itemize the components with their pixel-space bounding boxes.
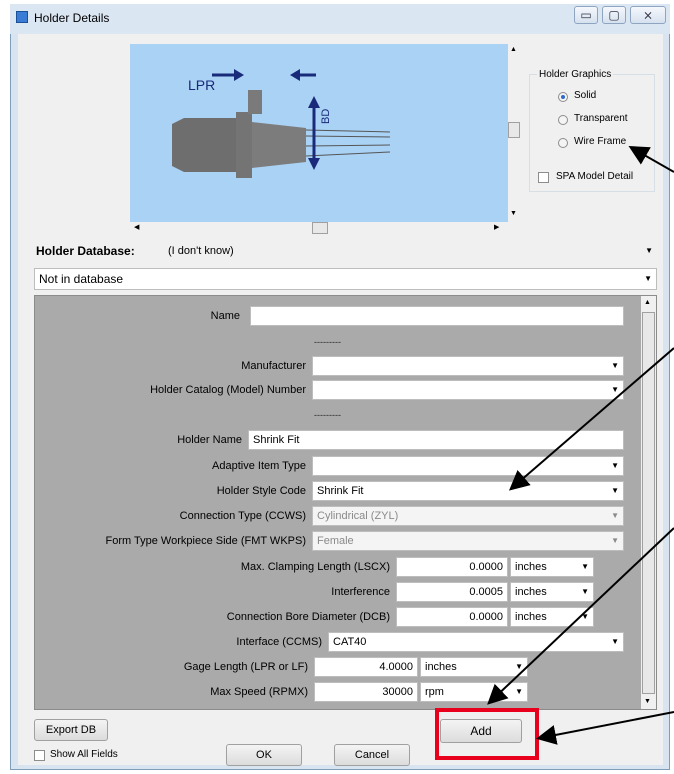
arrow-to-wire-frame [628, 146, 674, 173]
annotation-arrows [487, 146, 674, 745]
arrow-to-add-button [536, 711, 674, 745]
arrow-to-speed-unit [487, 527, 674, 705]
arrow-to-style-code [508, 347, 674, 491]
